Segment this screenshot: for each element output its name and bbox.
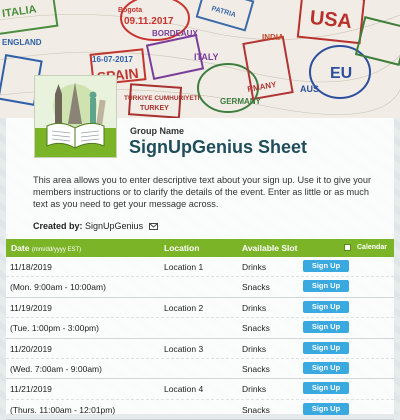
sheet-logo <box>34 75 117 158</box>
sign-up-button[interactable]: Sign Up <box>303 280 349 293</box>
slot-item: Drinks <box>242 343 267 354</box>
stamp-text: USA <box>309 7 353 33</box>
slot-time: (Thurs. 11:00am - 12:01pm) <box>10 404 116 415</box>
header-date-label: Date <box>11 243 30 253</box>
table-header: Date (mm/dd/yyyy EST) Location Available… <box>6 239 394 257</box>
stamp-text: TÜRKIYE CUMHURIYETI <box>124 93 200 102</box>
header-calendar: Calendar <box>357 244 387 251</box>
sign-up-button[interactable]: Sign Up <box>303 361 349 374</box>
table-row: (Mon. 9:00am - 10:00am) Snacks Sign Up <box>6 277 394 298</box>
stamp-text: EU <box>330 65 352 82</box>
stamp-text: INDIA <box>262 33 284 42</box>
stamp-text: 09.11.2017 <box>124 16 174 27</box>
calendar-checkbox[interactable] <box>344 244 351 251</box>
header-date-hint: (mm/dd/yyyy EST) <box>31 247 82 253</box>
header-available-slot: Available Slot <box>242 243 298 253</box>
group-name: Group Name <box>130 126 185 136</box>
slot-item: Snacks <box>242 282 270 293</box>
sign-up-button[interactable]: Sign Up <box>303 402 349 415</box>
table-row: (Tue. 1:00pm - 3:00pm) Snacks Sign Up <box>6 318 394 339</box>
table-row: 11/20/2019 Location 3 Drinks Sign Up <box>6 339 394 359</box>
stamp-text: TURKEY <box>140 105 169 112</box>
sheet-description: This area allows you to enter descriptiv… <box>33 175 372 209</box>
stamp-text: 16-07-2017 <box>92 55 133 64</box>
signup-table: Date (mm/dd/yyyy EST) Location Available… <box>6 239 394 420</box>
slot-item: Snacks <box>242 323 270 334</box>
slot-item: Snacks <box>242 404 270 415</box>
sign-up-button[interactable]: Sign Up <box>303 382 349 395</box>
mail-icon[interactable] <box>148 223 158 231</box>
table-row: 11/19/2019 Location 2 Drinks Sign Up <box>6 298 394 319</box>
slot-time: (Wed. 7:00am - 9:00am) <box>10 363 102 374</box>
slot-location: Location 1 <box>164 262 204 272</box>
stamp-text: PATRIA <box>211 5 237 19</box>
slot-date: 11/19/2019 <box>10 302 52 313</box>
stamp-text: BORDEAUX <box>152 29 198 38</box>
slot-date: 11/20/2019 <box>10 343 52 354</box>
header-date: Date (mm/dd/yyyy EST) <box>11 243 81 253</box>
slot-date: 11/21/2019 <box>10 384 52 395</box>
sign-up-button[interactable]: Sign Up <box>303 300 349 313</box>
slot-date: 11/18/2019 <box>10 262 52 272</box>
slot-time: (Tue. 1:00pm - 3:00pm) <box>10 323 99 334</box>
stamp-text: GERMANY <box>220 97 262 106</box>
table-row: (Wed. 7:00am - 9:00am) Snacks Sign Up <box>6 359 394 380</box>
table-row: 11/21/2019 Location 4 Drinks Sign Up <box>6 379 394 400</box>
sign-up-button[interactable]: Sign Up <box>303 321 349 334</box>
slot-location: Location 2 <box>164 302 204 313</box>
slot-time: (Mon. 9:00am - 10:00am) <box>10 282 106 293</box>
created-by-label: Created by: <box>33 221 83 231</box>
book-landmarks-icon <box>35 76 116 157</box>
sign-up-button[interactable]: Sign Up <box>303 341 349 354</box>
slot-location: Location 3 <box>164 343 204 354</box>
stamp-text: AUS <box>300 84 319 94</box>
stamp-text: ITALIA <box>1 3 37 20</box>
creator-name[interactable]: SignUpGenius <box>85 221 143 231</box>
slot-item: Drinks <box>242 302 267 313</box>
stamp-text: RMANY <box>247 80 278 94</box>
slot-item: Drinks <box>242 384 267 395</box>
slot-item: Drinks <box>242 262 267 272</box>
stamp-text: ITALY <box>194 52 219 62</box>
slot-item: Snacks <box>242 363 270 374</box>
stamp-text: Bogota <box>118 7 142 14</box>
header-location: Location <box>164 243 200 253</box>
stamp-text: ENGLAND <box>2 38 42 47</box>
slot-location: Location 4 <box>164 384 204 395</box>
created-by: Created by: SignUpGenius <box>33 221 158 231</box>
page-title: SignUpGenius Sheet <box>129 137 308 157</box>
table-row: 11/18/2019 Location 1 Drinks Sign Up <box>6 257 394 278</box>
table-row: (Thurs. 11:00am - 12:01pm) Snacks Sign U… <box>6 400 394 420</box>
sign-up-button[interactable]: Sign Up <box>303 260 349 272</box>
